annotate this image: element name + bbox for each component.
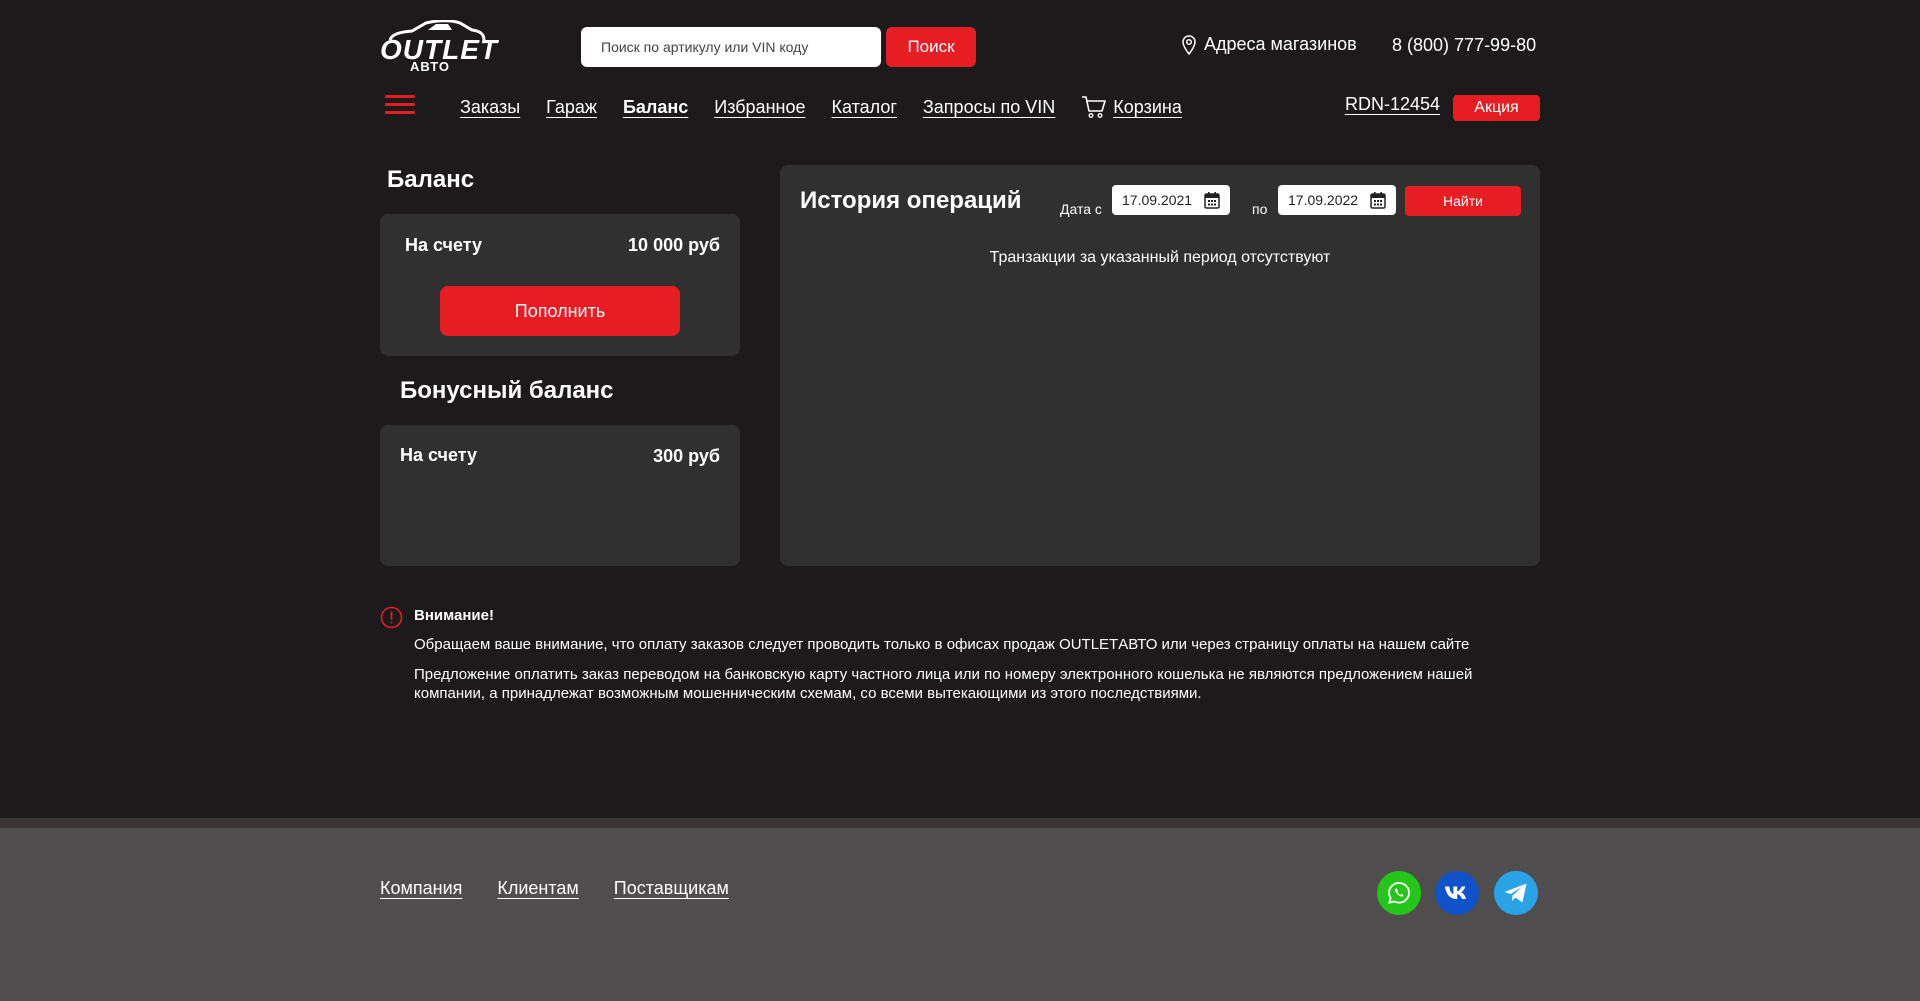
calendar-icon bbox=[1370, 192, 1386, 209]
history-panel: История операций Дата с 17.09.2021 по 17… bbox=[780, 165, 1540, 566]
footer: Компания Клиентам Поставщикам bbox=[0, 828, 1920, 1001]
stores-link[interactable]: Адреса магазинов bbox=[1182, 34, 1357, 55]
date-to-field[interactable]: 17.09.2022 bbox=[1278, 185, 1396, 215]
calendar-icon bbox=[1204, 192, 1220, 209]
whatsapp-icon[interactable] bbox=[1377, 871, 1421, 915]
nav-item-garage[interactable]: Гараж bbox=[546, 97, 597, 118]
find-button[interactable]: Найти bbox=[1405, 186, 1521, 216]
logo[interactable]: OUTLET АВТО bbox=[380, 20, 497, 74]
bonus-value: 300 руб bbox=[653, 446, 720, 466]
nav-item-orders[interactable]: Заказы bbox=[460, 97, 520, 118]
cart-icon bbox=[1082, 96, 1107, 119]
date-from-label: Дата с bbox=[1060, 201, 1102, 217]
balance-label: На счету bbox=[405, 235, 483, 255]
footer-link-suppliers[interactable]: Поставщикам bbox=[614, 878, 729, 899]
search-input[interactable] bbox=[581, 27, 881, 67]
nav-item-favorites[interactable]: Избранное bbox=[714, 97, 805, 118]
location-pin-icon bbox=[1182, 34, 1196, 55]
notice-title: Внимание! bbox=[414, 607, 494, 624]
empty-state-text: Транзакции за указанный период отсутству… bbox=[989, 249, 1331, 266]
search-button[interactable]: Поиск bbox=[886, 27, 976, 67]
history-title: История операций bbox=[800, 187, 1022, 214]
stores-label: Адреса магазинов bbox=[1204, 34, 1357, 54]
footer-divider bbox=[0, 818, 1920, 828]
balance-title: Баланс bbox=[387, 166, 475, 193]
vk-icon[interactable] bbox=[1435, 871, 1479, 915]
menu-icon[interactable] bbox=[385, 95, 415, 115]
main-nav: Заказы Гараж Баланс Избранное Каталог За… bbox=[460, 95, 1208, 119]
date-from-value: 17.09.2021 bbox=[1122, 192, 1193, 208]
footer-link-company[interactable]: Компания bbox=[380, 878, 462, 899]
bonus-label: На счету bbox=[400, 445, 478, 465]
nav-item-catalog[interactable]: Каталог bbox=[831, 97, 896, 118]
balance-value: 10 000 руб bbox=[628, 235, 720, 255]
nav-item-vin-requests[interactable]: Запросы по VIN bbox=[923, 97, 1055, 118]
date-to-label: по bbox=[1252, 201, 1268, 217]
footer-link-clients[interactable]: Клиентам bbox=[497, 878, 578, 899]
warning-icon bbox=[380, 606, 403, 629]
date-to-value: 17.09.2022 bbox=[1288, 192, 1359, 208]
balance-card: На счету 10 000 руб Пополнить bbox=[380, 214, 740, 356]
nav-item-balance[interactable]: Баланс bbox=[623, 97, 688, 118]
account-id-link[interactable]: RDN-12454 bbox=[1345, 94, 1440, 115]
promo-button[interactable]: Акция bbox=[1453, 95, 1540, 121]
telegram-icon[interactable] bbox=[1494, 871, 1538, 915]
nav-item-cart[interactable]: Корзина bbox=[1081, 95, 1182, 119]
notice-text: Предложение оплатить заказ переводом на … bbox=[414, 666, 1473, 702]
phone-number[interactable]: 8 (800) 777-99-80 bbox=[1392, 35, 1536, 56]
topup-button[interactable]: Пополнить bbox=[440, 286, 680, 336]
bonus-card: На счету 300 руб bbox=[380, 425, 740, 566]
footer-links: Компания Клиентам Поставщикам bbox=[380, 878, 729, 899]
bonus-title: Бонусный баланс bbox=[400, 377, 614, 404]
cart-label: Корзина bbox=[1113, 96, 1182, 117]
logo-subtext: АВТО bbox=[410, 59, 451, 74]
date-from-field[interactable]: 17.09.2021 bbox=[1112, 185, 1230, 215]
notice-text: Обращаем ваше внимание, что оплату заказ… bbox=[414, 636, 1470, 653]
